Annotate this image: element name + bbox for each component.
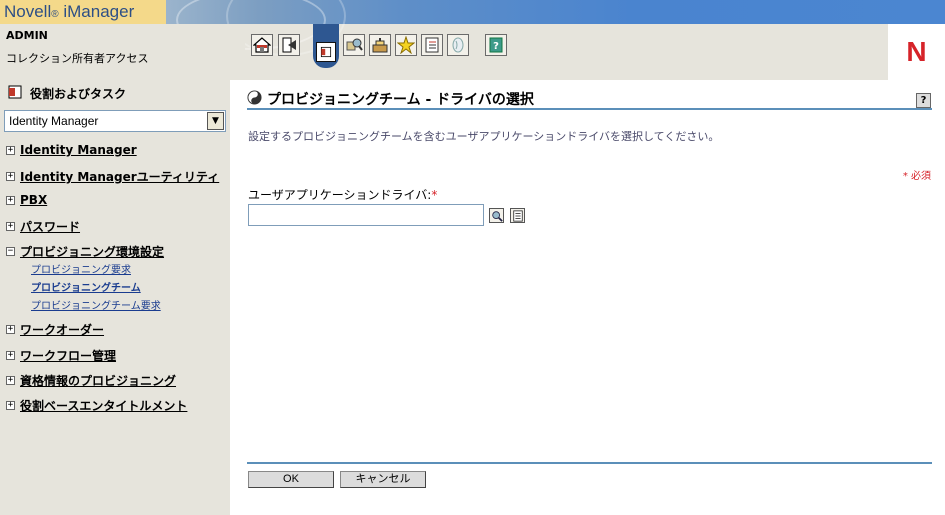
expand-icon[interactable]: + — [6, 401, 15, 410]
cancel-button[interactable]: キャンセル — [340, 471, 426, 488]
user-name: ADMIN — [6, 29, 48, 42]
roles-tasks-small-icon — [8, 85, 22, 102]
title-divider — [247, 108, 932, 110]
exit-icon[interactable] — [278, 34, 300, 56]
role-select-value: Identity Manager — [9, 114, 99, 128]
user-bar: ADMIN コレクション所有者アクセス — [0, 24, 245, 80]
novell-logo: N — [888, 24, 945, 80]
required-note: * 必須 — [902, 171, 931, 182]
roles-tasks-icon[interactable] — [313, 24, 339, 68]
driver-field-label-text: ユーザアプリケーションドライバ: — [248, 188, 432, 202]
page-title-row: プロビジョニングチーム - ドライバの選択 ? — [247, 89, 937, 109]
toolbar: ? — [245, 24, 888, 80]
expand-icon[interactable]: + — [6, 325, 15, 334]
brand-logo: Novell® iManager — [0, 0, 166, 24]
page-title: プロビジョニングチーム - ドライバの選択 — [267, 92, 534, 108]
sidebar-item-provisioning-request[interactable]: プロビジョニング要求 — [31, 261, 131, 276]
category-credential-provisioning[interactable]: + 資格情報のプロビジョニング — [6, 372, 176, 389]
category-label[interactable]: PBX — [20, 193, 47, 207]
help-icon[interactable]: ? — [916, 93, 931, 108]
brand-product: iManager — [63, 2, 135, 21]
category-label[interactable]: Identity Managerユーティリティ — [20, 168, 219, 185]
brand-prefix: Novell — [4, 2, 52, 21]
category-label[interactable]: パスワード — [20, 218, 80, 235]
category-password[interactable]: + パスワード — [6, 218, 80, 235]
collapse-icon[interactable]: − — [6, 247, 15, 256]
svg-text:?: ? — [493, 41, 499, 52]
category-work-order[interactable]: + ワークオーダー — [6, 321, 104, 338]
expand-icon[interactable]: + — [6, 195, 15, 205]
help-book-icon[interactable]: ? — [485, 34, 507, 56]
category-identity-manager-utilities[interactable]: + Identity Managerユーティリティ — [6, 168, 219, 185]
object-history-icon[interactable] — [510, 208, 525, 223]
footer-divider — [247, 462, 932, 464]
driver-input[interactable] — [248, 204, 484, 226]
favorites-icon[interactable] — [395, 34, 417, 56]
header-banner — [166, 0, 945, 56]
category-label[interactable]: プロビジョニング環境設定 — [20, 243, 164, 260]
category-identity-manager[interactable]: + Identity Manager — [6, 143, 137, 157]
category-label[interactable]: 資格情報のプロビジョニング — [20, 372, 176, 389]
category-label[interactable]: ワークオーダー — [20, 321, 104, 338]
required-star: * — [431, 188, 438, 202]
expand-icon[interactable]: + — [6, 376, 15, 385]
brand-reg: ® — [51, 9, 59, 20]
sidebar: 役割およびタスク Identity Manager ▼ + Identity M… — [0, 80, 230, 515]
ok-button[interactable]: OK — [248, 471, 334, 488]
roles-header: 役割およびタスク — [8, 85, 126, 102]
category-provisioning-config[interactable]: − プロビジョニング環境設定 — [6, 243, 164, 260]
category-role-based-entitlements[interactable]: + 役割ベースエンタイトルメント — [6, 397, 187, 414]
expand-icon[interactable]: + — [6, 172, 15, 181]
roles-title: 役割およびタスク — [30, 87, 127, 101]
expand-icon[interactable]: + — [6, 145, 15, 155]
collection-access: コレクション所有者アクセス — [6, 52, 149, 65]
category-workflow-admin[interactable]: + ワークフロー管理 — [6, 347, 116, 364]
sidebar-item-provisioning-team-request[interactable]: プロビジョニングチーム要求 — [31, 297, 161, 312]
task-icon — [247, 90, 262, 108]
chevron-down-icon[interactable]: ▼ — [207, 112, 224, 130]
category-pbx[interactable]: + PBX — [6, 193, 47, 207]
main-content: プロビジョニングチーム - ドライバの選択 ? 設定するプロビジョニングチームを… — [230, 80, 945, 515]
home-icon[interactable] — [251, 34, 273, 56]
expand-icon[interactable]: + — [6, 222, 15, 231]
sidebar-item-provisioning-team[interactable]: プロビジョニングチーム — [31, 279, 141, 294]
mobile-icon[interactable] — [447, 34, 469, 56]
expand-icon[interactable]: + — [6, 351, 15, 360]
object-selector-icon[interactable] — [489, 208, 504, 223]
category-label[interactable]: 役割ベースエンタイトルメント — [20, 397, 187, 414]
novell-logo-letter: N — [906, 36, 927, 67]
view-objects-icon[interactable] — [343, 34, 365, 56]
header: Novell® iManager ADMIN コレクション所有者アクセス ? N — [0, 0, 945, 80]
driver-field-label: ユーザアプリケーションドライバ:* — [248, 186, 437, 203]
configure-icon[interactable] — [369, 34, 391, 56]
category-label[interactable]: Identity Manager — [20, 143, 137, 157]
preferences-icon[interactable] — [421, 34, 443, 56]
role-select[interactable]: Identity Manager ▼ — [4, 110, 226, 132]
category-label[interactable]: ワークフロー管理 — [20, 347, 116, 364]
page-description: 設定するプロビジョニングチームを含むユーザアプリケーションドライバを選択してくだ… — [248, 130, 720, 143]
